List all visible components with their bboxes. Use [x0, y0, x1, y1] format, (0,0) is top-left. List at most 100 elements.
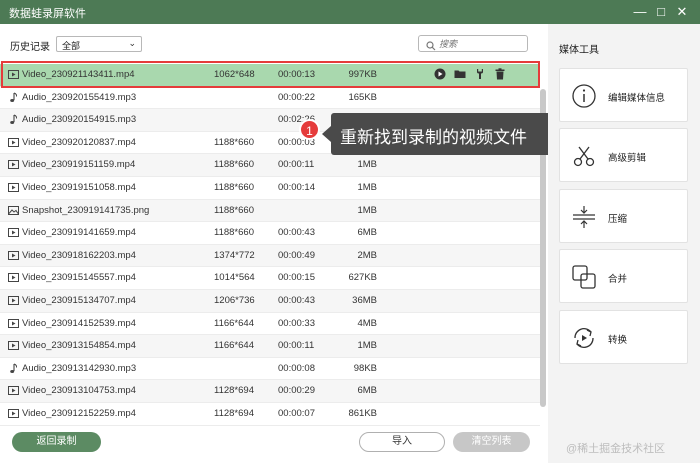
file-name: Video_230918162203.mp4	[22, 249, 136, 261]
table-row[interactable]: Video_230915145557.mp4 1014*564 00:00:15 62…	[0, 267, 540, 290]
file-resolution: 1166*644	[214, 340, 254, 352]
tool-label: 转换	[608, 335, 628, 346]
tool-advanced-edit[interactable]: 高级剪辑	[559, 128, 688, 182]
file-name: Video_230919151159.mp4	[22, 159, 136, 171]
maximize-icon[interactable]: □	[651, 2, 671, 22]
window-title: 数据蛙录屏软件	[9, 8, 86, 20]
close-icon[interactable]: ✕	[672, 2, 692, 22]
audio-file-icon	[8, 363, 19, 374]
file-name: Video_230912152259.mp4	[22, 407, 136, 419]
tool-label: 合并	[608, 274, 628, 285]
compress-icon	[571, 204, 597, 230]
file-name: Video_230914152539.mp4	[22, 317, 136, 329]
title-bar: 数据蛙录屏软件 — □ ✕	[0, 0, 700, 24]
video-file-icon	[8, 295, 19, 306]
scissors-icon	[571, 143, 597, 169]
file-resolution: 1188*660	[214, 136, 254, 148]
video-file-icon	[8, 182, 19, 193]
file-name: Video_230915134707.mp4	[22, 294, 136, 306]
file-duration: 00:00:22	[278, 91, 315, 103]
file-duration: 00:00:14	[278, 181, 315, 193]
file-size: 6MB	[357, 385, 377, 397]
watermark: @稀土掘金技术社区	[566, 443, 666, 455]
sidebar-title: 媒体工具	[559, 45, 599, 56]
file-resolution: 1188*660	[214, 181, 254, 193]
file-name: Video_230913154854.mp4	[22, 340, 136, 352]
file-name: Audio_230920154915.mp3	[22, 114, 137, 126]
file-size: 861KB	[348, 407, 377, 419]
table-row[interactable]: Video_230919141659.mp4 1188*660 00:00:43 6M…	[0, 222, 540, 245]
back-to-record-button[interactable]: 返回录制	[12, 432, 101, 452]
file-resolution: 1128*694	[214, 407, 254, 419]
file-name: Audio_230920155419.mp3	[22, 91, 137, 103]
audio-file-icon	[8, 92, 19, 103]
minimize-icon[interactable]: —	[630, 2, 650, 22]
table-row[interactable]: Video_230918162203.mp4 1374*772 00:00:49 2M…	[0, 244, 540, 268]
file-resolution: 1188*660	[214, 204, 254, 216]
search-input[interactable]	[439, 37, 523, 50]
file-name: Snapshot_230919141735.png	[22, 204, 150, 216]
table-row[interactable]: Video_230913154854.mp4 1166*644 00:00:11 1M…	[0, 335, 540, 358]
file-size: 1MB	[357, 181, 377, 193]
table-row[interactable]: Video_230913104753.mp4 1128*694 00:00:29 6M…	[0, 380, 540, 403]
video-file-icon	[8, 408, 19, 419]
file-size: 165KB	[348, 91, 377, 103]
file-name: Video_230919151058.mp4	[22, 181, 136, 193]
tool-edit-info[interactable]: 编辑媒体信息	[559, 68, 688, 122]
history-label: 历史记录	[10, 42, 50, 53]
video-file-icon	[8, 318, 19, 329]
file-duration: 00:00:29	[278, 385, 315, 397]
video-file-icon	[8, 227, 19, 238]
file-name: Video_230920120837.mp4	[22, 136, 136, 148]
table-row[interactable]: Snapshot_230919141735.png 1188*660 1MB	[0, 199, 540, 223]
tool-label: 编辑媒体信息	[608, 93, 666, 104]
tool-compress[interactable]: 压缩	[559, 189, 688, 243]
tooltip: 重新找到录制的视频文件	[331, 113, 553, 155]
media-tools-sidebar: 媒体工具 编辑媒体信息 高级剪辑 压缩 合并 转换	[548, 24, 700, 463]
table-row[interactable]: Video_230915134707.mp4 1206*736 00:00:43 36…	[0, 289, 540, 313]
table-row[interactable]: Audio_230920155419.mp3 00:00:22 165KB	[0, 86, 540, 110]
file-resolution: 1014*564	[214, 272, 255, 284]
file-resolution: 1166*644	[214, 317, 254, 329]
tool-label: 压缩	[608, 214, 628, 225]
info-icon	[571, 83, 597, 109]
filter-dropdown[interactable]: 全部 ⌄	[56, 36, 142, 52]
file-size: 1MB	[357, 340, 377, 352]
table-row[interactable]: Video_230914152539.mp4 1166*644 00:00:33 4M…	[0, 312, 540, 336]
tool-convert[interactable]: 转换	[559, 310, 688, 364]
video-file-icon	[8, 137, 19, 148]
tool-merge[interactable]: 合并	[559, 249, 688, 303]
table-row[interactable]: Video_230919151058.mp4 1188*660 00:00:14 1M…	[0, 176, 540, 200]
filter-value: 全部	[62, 41, 81, 51]
search-icon	[426, 38, 436, 56]
chevron-down-icon: ⌄	[128, 38, 136, 48]
file-duration: 00:00:49	[278, 249, 315, 261]
step-badge: 1	[299, 119, 320, 140]
file-size: 627KB	[348, 272, 377, 284]
file-duration: 00:00:08	[278, 362, 315, 374]
tool-label: 高级剪辑	[608, 153, 647, 164]
import-button[interactable]: 导入	[359, 432, 445, 452]
file-resolution: 1374*772	[214, 249, 255, 261]
file-name: Video_230919141659.mp4	[22, 227, 136, 239]
search-box[interactable]	[418, 35, 528, 52]
merge-icon	[571, 264, 597, 290]
file-size: 36MB	[352, 294, 377, 306]
file-duration: 00:00:33	[278, 317, 315, 329]
clear-list-button[interactable]: 清空列表	[453, 432, 530, 452]
video-file-icon	[8, 272, 19, 283]
video-file-icon	[8, 385, 19, 396]
file-size: 1MB	[357, 159, 377, 171]
table-row[interactable]: Audio_230913142930.mp3 00:00:08 98KB	[0, 357, 540, 381]
main-panel: 历史记录 全部 ⌄ Video_230921143411.mp41062*648…	[0, 24, 548, 463]
file-size: 4MB	[357, 317, 377, 329]
video-file-icon	[8, 340, 19, 351]
table-row[interactable]: Video_230919151159.mp4 1188*660 00:00:11 1M…	[0, 154, 540, 177]
table-row[interactable]: Video_230912152259.mp4 1128*694 00:00:07 86…	[0, 402, 540, 426]
selection-highlight	[1, 61, 540, 88]
tooltip-text: 重新找到录制的视频文件	[340, 128, 527, 147]
image-file-icon	[8, 205, 19, 216]
file-name: Audio_230913142930.mp3	[22, 362, 137, 374]
file-duration: 00:00:11	[278, 340, 315, 352]
file-size: 98KB	[353, 362, 377, 374]
